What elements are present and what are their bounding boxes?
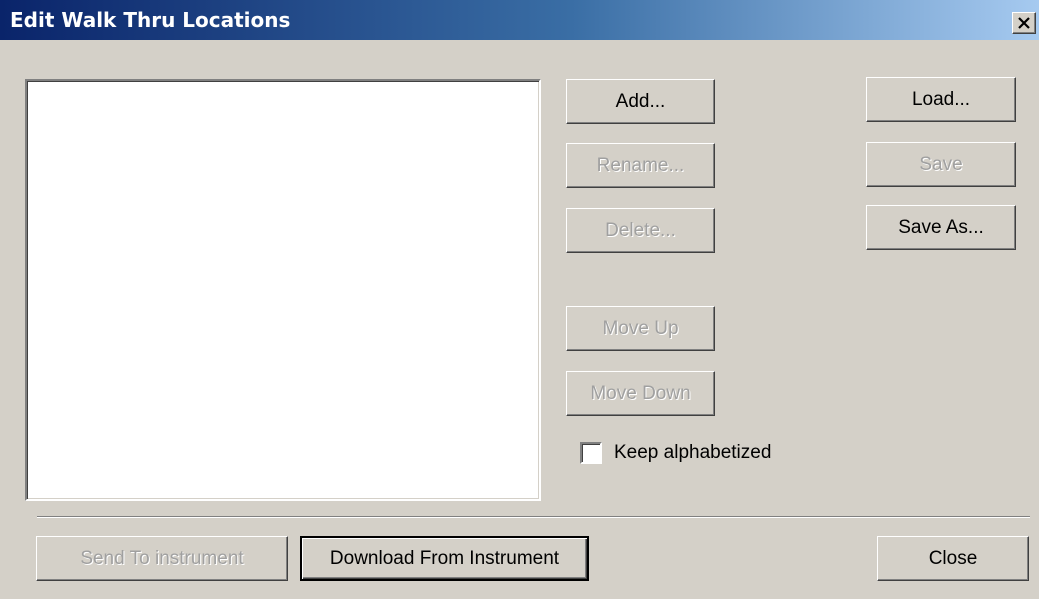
keep-alphabetized-checkbox[interactable] — [580, 442, 602, 464]
locations-listbox[interactable] — [25, 79, 541, 501]
move-down-button[interactable]: Move Down — [566, 371, 715, 416]
add-button[interactable]: Add... — [566, 79, 715, 124]
save-button[interactable]: Save — [866, 142, 1016, 187]
keep-alphabetized-row[interactable]: Keep alphabetized — [580, 440, 771, 466]
window-title: Edit Walk Thru Locations — [10, 8, 291, 32]
close-button[interactable]: Close — [877, 536, 1029, 581]
save-as-button[interactable]: Save As... — [866, 205, 1016, 250]
separator-line — [37, 516, 1030, 518]
move-up-button[interactable]: Move Up — [566, 306, 715, 351]
download-from-instrument-button[interactable]: Download From Instrument — [300, 536, 589, 581]
rename-button[interactable]: Rename... — [566, 143, 715, 188]
edit-walk-thru-locations-dialog: Edit Walk Thru Locations Add... Rename..… — [0, 0, 1039, 599]
send-to-instrument-button[interactable]: Send To instrument — [36, 536, 288, 581]
load-button[interactable]: Load... — [866, 77, 1016, 122]
title-close-button[interactable] — [1012, 12, 1036, 34]
delete-button[interactable]: Delete... — [566, 208, 715, 253]
keep-alphabetized-label[interactable]: Keep alphabetized — [614, 442, 771, 464]
close-icon — [1018, 17, 1030, 29]
title-bar[interactable]: Edit Walk Thru Locations — [0, 0, 1039, 40]
